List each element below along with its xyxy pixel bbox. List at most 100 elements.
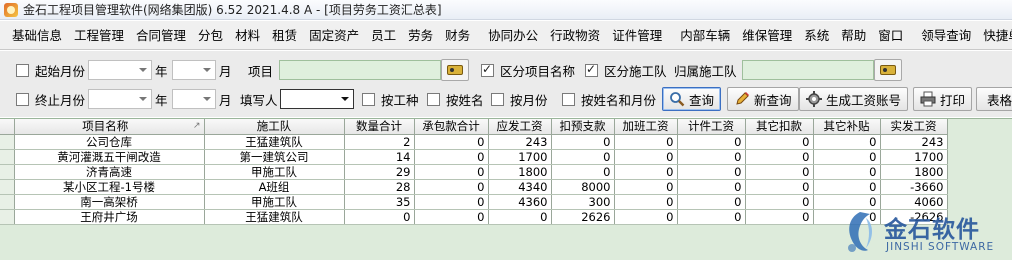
- table-cell[interactable]: 1700: [880, 149, 948, 165]
- by-type-option[interactable]: 按工种: [362, 85, 419, 113]
- table-cell[interactable]: 35: [344, 194, 415, 210]
- table-cell[interactable]: 28: [344, 179, 415, 195]
- menu-item[interactable]: 材料: [229, 21, 266, 49]
- table-cell[interactable]: 4340: [488, 179, 552, 195]
- by-type-checkbox[interactable]: [362, 92, 375, 106]
- end-month-option[interactable]: 终止月份: [16, 85, 85, 113]
- filler-select[interactable]: [280, 89, 354, 109]
- column-header[interactable]: 应发工资: [488, 119, 552, 135]
- column-header[interactable]: 施工队: [204, 119, 345, 135]
- column-header[interactable]: 其它扣款: [745, 119, 814, 135]
- table-cell[interactable]: 0: [614, 149, 678, 165]
- table-cell[interactable]: 1800: [488, 164, 552, 180]
- table-cell[interactable]: 243: [880, 134, 948, 150]
- menu-item[interactable]: 系统: [798, 21, 835, 49]
- menu-item[interactable]: 员工: [365, 21, 402, 49]
- menu-item[interactable]: 维保管理: [736, 21, 798, 49]
- table-cell[interactable]: 1700: [488, 149, 552, 165]
- table-cell[interactable]: 0: [614, 209, 678, 225]
- table-row[interactable]: 公司仓库 王猛建筑队 2 0 243 0 0 0 0 0 243: [0, 134, 948, 150]
- table-cell[interactable]: 0: [813, 194, 881, 210]
- table-cell[interactable]: 243: [488, 134, 552, 150]
- table-cell[interactable]: 第一建筑公司: [204, 149, 345, 165]
- distinguish-team-checkbox[interactable]: [585, 62, 598, 77]
- table-cell[interactable]: 0: [414, 179, 489, 195]
- table-cell[interactable]: 0: [414, 209, 489, 225]
- table-cell[interactable]: 王猛建筑队: [204, 134, 345, 150]
- end-month-checkbox[interactable]: [16, 92, 29, 106]
- menu-item[interactable]: 基础信息: [6, 21, 68, 49]
- start-month-checkbox[interactable]: [16, 63, 29, 77]
- table-cell[interactable]: 0: [677, 149, 746, 165]
- menu-item[interactable]: 财务: [439, 21, 476, 49]
- column-header[interactable]: 数量合计: [344, 119, 415, 135]
- menu-item[interactable]: 证件管理: [606, 21, 668, 49]
- table-cell[interactable]: 0: [745, 149, 814, 165]
- table-row[interactable]: 黄河灌溉五干闸改造 第一建筑公司 14 0 1700 0 0 0 0 0 1700: [0, 149, 948, 165]
- start-year-select[interactable]: [88, 60, 152, 80]
- table-cell[interactable]: 0: [813, 164, 881, 180]
- table-cell[interactable]: 29: [344, 164, 415, 180]
- table-cell[interactable]: 2626: [551, 209, 615, 225]
- table-cell[interactable]: -3660: [880, 179, 948, 195]
- table-button[interactable]: 表格: [976, 87, 1012, 111]
- table-row[interactable]: 王府井广场 王猛建筑队 0 0 0 2626 0 0 0 0 -2626: [0, 209, 948, 225]
- generate-payroll-button[interactable]: 生成工资账号: [799, 87, 909, 111]
- table-cell[interactable]: 王猛建筑队: [204, 209, 345, 225]
- table-cell[interactable]: 0: [414, 194, 489, 210]
- menu-item[interactable]: 领导查询: [915, 21, 977, 49]
- column-header[interactable]: 项目名称 ↗: [14, 119, 205, 135]
- table-cell[interactable]: 14: [344, 149, 415, 165]
- table-cell[interactable]: 2: [344, 134, 415, 150]
- table-cell[interactable]: 0: [745, 209, 814, 225]
- table-cell[interactable]: 0: [414, 164, 489, 180]
- table-cell[interactable]: 0: [745, 194, 814, 210]
- print-button[interactable]: 打印: [913, 87, 973, 111]
- by-name-option[interactable]: 按姓名: [427, 85, 484, 113]
- project-picker-button[interactable]: [441, 59, 469, 81]
- table-cell[interactable]: A班组: [204, 179, 345, 195]
- table-cell[interactable]: 0: [614, 134, 678, 150]
- table-cell[interactable]: 0: [745, 179, 814, 195]
- table-cell[interactable]: 0: [414, 134, 489, 150]
- table-cell[interactable]: 某小区工程-1号楼: [14, 179, 205, 195]
- distinguish-team-option[interactable]: 区分施工队: [585, 56, 667, 84]
- table-cell[interactable]: 0: [551, 164, 615, 180]
- menu-item[interactable]: 快捷单据: [977, 21, 1012, 49]
- menu-item[interactable]: 行政物资: [544, 21, 606, 49]
- table-cell[interactable]: 0: [614, 194, 678, 210]
- table-cell[interactable]: 300: [551, 194, 615, 210]
- table-cell[interactable]: 0: [677, 134, 746, 150]
- menu-item[interactable]: 窗口: [872, 21, 909, 49]
- by-month-checkbox[interactable]: [491, 92, 504, 106]
- start-month-option[interactable]: 起始月份: [16, 56, 85, 84]
- table-cell[interactable]: 甲施工队: [204, 164, 345, 180]
- by-name-checkbox[interactable]: [427, 92, 440, 106]
- menu-item[interactable]: 劳务: [402, 21, 439, 49]
- distinguish-project-checkbox[interactable]: [481, 62, 494, 77]
- table-cell[interactable]: 0: [551, 149, 615, 165]
- table-cell[interactable]: 0: [677, 209, 746, 225]
- table-cell[interactable]: 0: [813, 179, 881, 195]
- menu-item[interactable]: 帮助: [835, 21, 872, 49]
- table-row[interactable]: 南一高架桥 甲施工队 35 0 4360 300 0 0 0 0 4060: [0, 194, 948, 210]
- table-cell[interactable]: 0: [677, 194, 746, 210]
- table-cell[interactable]: 济青高速: [14, 164, 205, 180]
- column-header[interactable]: 其它补贴: [813, 119, 881, 135]
- end-year-select[interactable]: [88, 89, 152, 109]
- start-month-select[interactable]: [172, 60, 216, 80]
- row-indicator[interactable]: [0, 164, 15, 180]
- row-indicator[interactable]: [0, 149, 15, 165]
- table-cell[interactable]: 0: [677, 179, 746, 195]
- team-picker-button[interactable]: [874, 59, 902, 81]
- by-month-option[interactable]: 按月份: [491, 85, 548, 113]
- column-header[interactable]: 实发工资: [880, 119, 948, 135]
- table-row[interactable]: 济青高速 甲施工队 29 0 1800 0 0 0 0 0 1800: [0, 164, 948, 180]
- row-indicator[interactable]: [0, 194, 15, 210]
- row-indicator[interactable]: [0, 179, 15, 195]
- table-cell[interactable]: 黄河灌溉五干闸改造: [14, 149, 205, 165]
- table-cell[interactable]: 甲施工队: [204, 194, 345, 210]
- table-cell[interactable]: 0: [344, 209, 415, 225]
- menu-item[interactable]: 合同管理: [130, 21, 192, 49]
- table-cell[interactable]: 王府井广场: [14, 209, 205, 225]
